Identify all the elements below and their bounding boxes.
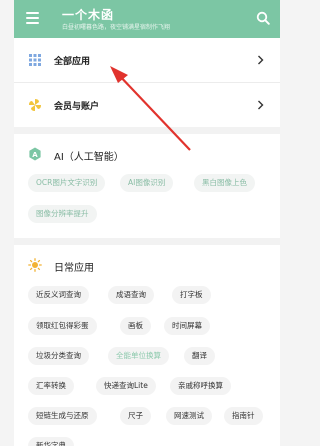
annotation-arrow: [110, 66, 191, 151]
app-screen: 一个木函 白昼初曙暮色路，夜空铺满星宿制作飞翔 全部应用 会员与账户 A AI（…: [14, 0, 280, 446]
